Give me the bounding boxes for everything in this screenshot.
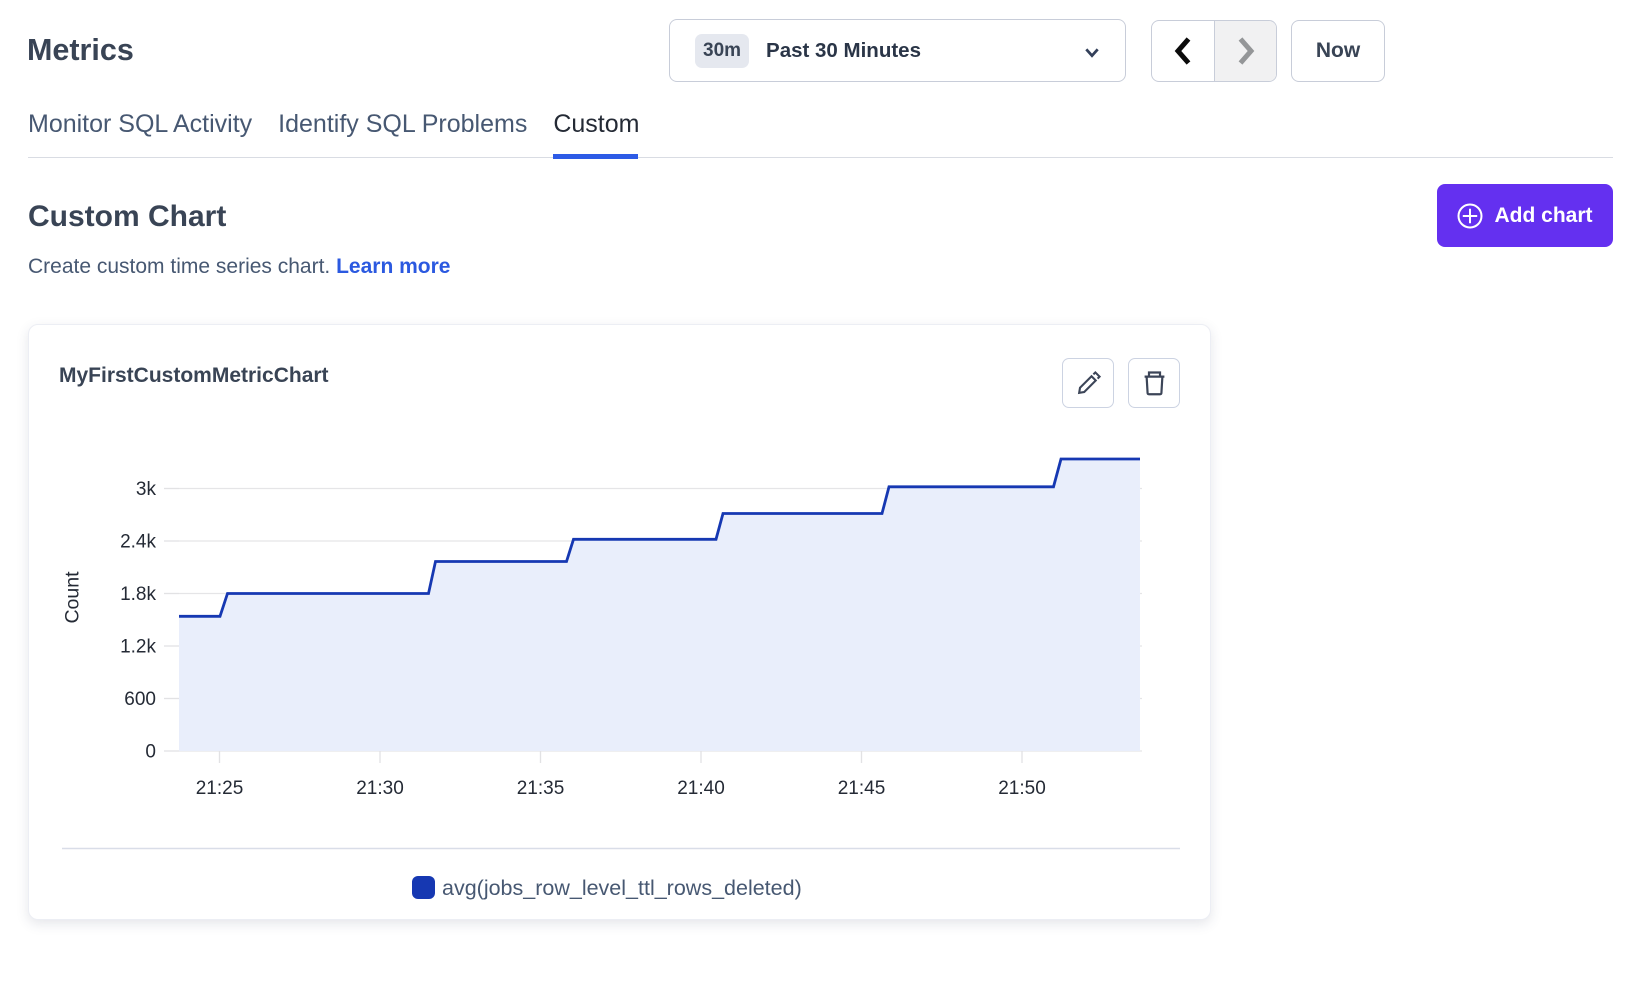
svg-text:600: 600 [124, 689, 156, 710]
svg-text:21:40: 21:40 [677, 778, 725, 799]
svg-text:3k: 3k [136, 479, 157, 500]
svg-text:21:50: 21:50 [998, 778, 1046, 799]
svg-text:0: 0 [145, 742, 156, 763]
svg-text:Count: Count [62, 571, 84, 624]
svg-text:avg(jobs_row_level_ttl_rows_de: avg(jobs_row_level_ttl_rows_deleted) [442, 876, 802, 900]
svg-text:21:30: 21:30 [356, 778, 404, 799]
svg-text:21:45: 21:45 [838, 778, 886, 799]
svg-text:21:35: 21:35 [517, 778, 565, 799]
svg-text:21:25: 21:25 [196, 778, 244, 799]
svg-text:1.2k: 1.2k [120, 637, 156, 658]
svg-text:1.8k: 1.8k [120, 584, 156, 605]
svg-text:2.4k: 2.4k [120, 532, 156, 553]
